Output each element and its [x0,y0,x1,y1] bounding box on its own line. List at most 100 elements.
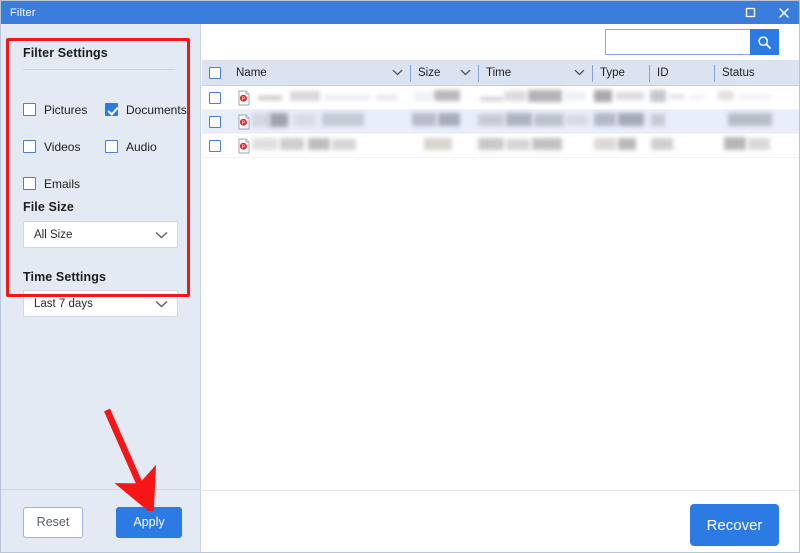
redacted-text [651,137,673,150]
row-checkbox[interactable] [209,91,221,104]
close-button[interactable] [767,1,799,24]
file-size-heading: File Size [23,200,74,214]
column-header-type[interactable]: Type [592,61,649,86]
redacted-text [618,137,636,150]
redacted-text [618,112,644,126]
checkbox-documents[interactable]: Documents [105,103,187,117]
search-bar [202,24,799,61]
redacted-text [308,137,330,150]
row-time-cell [478,134,592,158]
filter-dialog-window: Filter Filter Settings Pictures Document… [0,0,800,553]
redacted-text [738,94,772,99]
column-header-type-label: Type [600,67,625,79]
row-type-cell [592,110,649,134]
redacted-text [252,137,278,150]
redacted-text [534,113,564,126]
column-header-time-label: Time [486,67,512,79]
checkbox-box-pictures[interactable] [23,103,36,116]
checkbox-label-emails: Emails [44,176,81,191]
redacted-text [669,93,685,99]
row-name-cell: P [228,134,410,158]
redacted-text [564,91,586,100]
maximize-button[interactable] [733,1,767,24]
checkbox-box-emails[interactable] [23,177,36,190]
table-row[interactable]: P [202,86,799,110]
row-checkbox[interactable] [209,115,221,128]
row-id-cell [649,134,714,158]
results-footer: Recover [202,490,799,552]
column-header-time[interactable]: Time [478,61,592,86]
row-size-cell [410,134,478,158]
recover-button[interactable]: Recover [690,504,779,546]
redacted-text [748,137,770,150]
maximize-icon [745,7,755,18]
row-status-cell [714,86,799,110]
pdf-file-icon: P [238,90,250,105]
redacted-text [506,112,532,126]
column-header-id-label: ID [657,67,669,79]
redacted-text [594,137,616,150]
redacted-text [528,89,562,102]
column-header-status[interactable]: Status [714,61,799,86]
results-panel: Name Size Time Type ID Status P P P Reco… [202,24,799,552]
checkbox-videos[interactable]: Videos [23,140,105,154]
redacted-text [332,138,356,150]
checkbox-box-videos[interactable] [23,140,36,153]
column-header-id[interactable]: ID [649,61,714,86]
redacted-text [270,112,288,127]
redacted-text [506,138,530,150]
column-header-size[interactable]: Size [410,61,478,86]
redacted-text [290,90,320,101]
search-icon [758,35,771,49]
chevron-down-icon[interactable] [574,67,585,79]
apply-button[interactable]: Apply [116,506,182,538]
row-name-cell: P [228,86,410,110]
checkbox-row: Pictures Documents [23,96,188,123]
column-separator [410,64,411,82]
select-all-checkbox-cell[interactable] [202,61,228,86]
redacted-text [718,90,734,100]
row-type-cell [592,86,649,110]
file-size-value: All Size [34,228,73,241]
row-checkbox-cell[interactable] [202,134,228,158]
search-input[interactable] [605,29,750,55]
filter-settings-divider [23,69,175,70]
search-button[interactable] [750,29,779,55]
row-time-cell [478,110,592,134]
chevron-down-icon[interactable] [392,67,403,79]
redacted-text [424,137,452,150]
checkbox-box-audio[interactable] [105,140,118,153]
row-checkbox[interactable] [209,139,221,152]
row-id-cell [649,86,714,110]
time-settings-dropdown[interactable]: Last 7 days [23,290,178,317]
table-row[interactable]: P [202,110,799,134]
file-size-dropdown[interactable]: All Size [23,221,178,248]
filter-settings-heading: Filter Settings [23,46,108,60]
reset-button[interactable]: Reset [23,506,83,538]
checkbox-label-pictures: Pictures [44,102,88,117]
checkbox-audio[interactable]: Audio [105,140,157,154]
column-header-name[interactable]: Name [228,61,410,86]
column-header-status-label: Status [722,67,755,79]
redacted-text [594,89,612,102]
checkbox-label-audio: Audio [126,139,157,154]
checkbox-box-documents[interactable] [105,103,118,116]
chevron-down-icon [155,295,168,313]
select-all-checkbox[interactable] [209,67,221,79]
column-separator [649,64,650,82]
row-checkbox-cell[interactable] [202,86,228,110]
chevron-down-icon[interactable] [460,67,471,79]
filter-sidebar: Filter Settings Pictures Documents Video… [1,24,201,552]
redacted-text [566,114,588,125]
redacted-text [532,137,562,150]
time-settings-heading: Time Settings [23,270,107,284]
table-row[interactable]: P [202,134,799,158]
filter-sidebar-body: Filter Settings Pictures Documents Video… [1,24,200,489]
checkbox-pictures[interactable]: Pictures [23,103,105,117]
checkbox-emails[interactable]: Emails [23,177,105,191]
pdf-file-icon: P [238,114,250,129]
column-separator [478,64,479,82]
row-checkbox-cell[interactable] [202,110,228,134]
redacted-text [412,112,436,126]
redacted-text [724,136,746,150]
